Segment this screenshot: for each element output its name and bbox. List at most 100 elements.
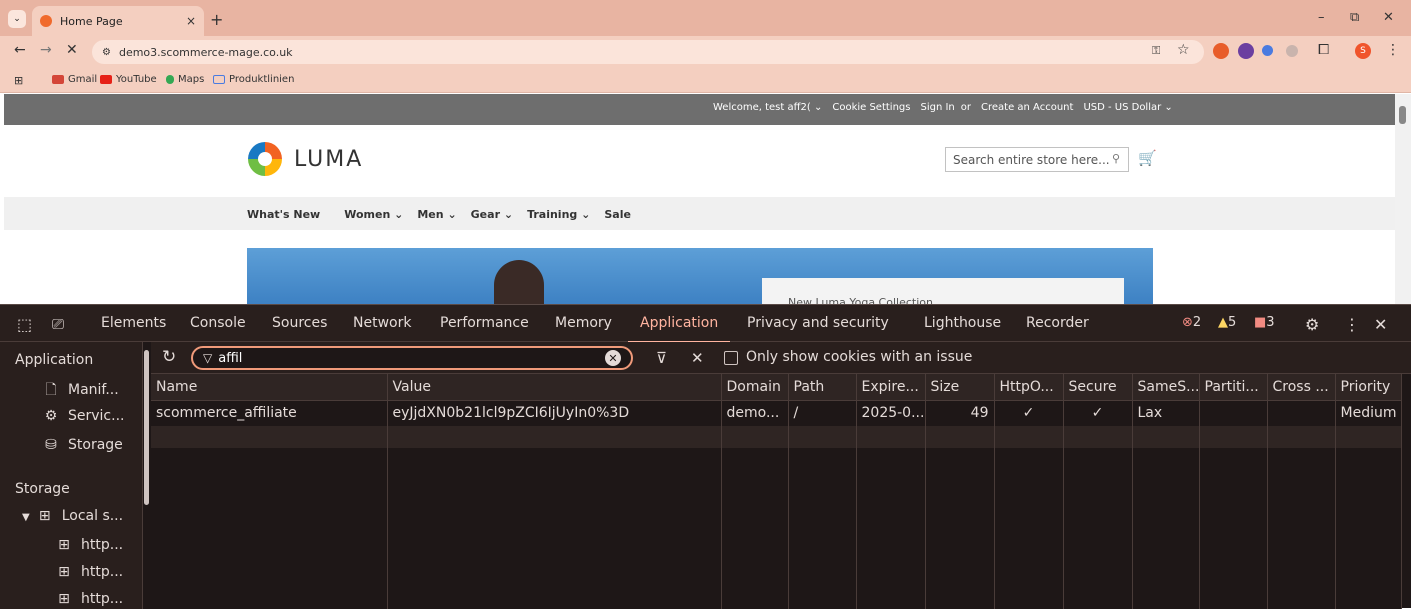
tab-memory[interactable]: Memory <box>555 315 612 331</box>
bookmark-youtube[interactable]: YouTube <box>100 74 157 85</box>
tab-performance[interactable]: Performance <box>440 315 529 331</box>
empty-cell <box>1335 426 1402 448</box>
tab-home-page[interactable]: Home Page × <box>32 6 204 36</box>
column-header-value[interactable]: Value <box>387 374 722 401</box>
apps-grid-icon[interactable]: ⊞ <box>14 74 23 87</box>
tab-recorder[interactable]: Recorder <box>1026 315 1089 331</box>
bookmark-produktlinien[interactable]: Produktlinien <box>213 74 294 85</box>
column-header-httponly[interactable]: HttpO... <box>994 374 1064 401</box>
nav-label: Training <box>527 208 578 221</box>
sidebar-scrollbar-thumb[interactable] <box>144 350 149 505</box>
restore-icon[interactable]: ⧉ <box>1350 10 1359 25</box>
bookmark-star-icon[interactable]: ☆ <box>1177 42 1190 58</box>
empty-cell <box>994 448 1064 609</box>
nav-training[interactable]: Training ⌄ <box>527 208 590 221</box>
nav-gear[interactable]: Gear ⌄ <box>471 208 513 221</box>
issues-icon: ■ <box>1254 315 1267 330</box>
settings-gear-icon[interactable]: ⚙ <box>1305 315 1319 334</box>
column-header-domain[interactable]: Domain <box>721 374 789 401</box>
close-window-icon[interactable]: ✕ <box>1383 10 1394 25</box>
nav-men[interactable]: Men ⌄ <box>417 208 456 221</box>
back-icon[interactable]: ← <box>14 42 26 58</box>
minimize-icon[interactable]: – <box>1318 10 1325 25</box>
tab-lighthouse[interactable]: Lighthouse <box>924 315 1001 331</box>
tab-sources[interactable]: Sources <box>272 315 327 331</box>
menu-kebab-icon[interactable]: ⋮ <box>1386 42 1400 58</box>
tab-console[interactable]: Console <box>190 315 246 331</box>
youtube-icon <box>100 75 112 84</box>
filter-text-field[interactable] <box>218 350 579 366</box>
stop-icon[interactable]: ✕ <box>66 42 78 58</box>
device-toolbar-icon[interactable]: ⎚ <box>52 315 64 333</box>
nav-whats-new[interactable]: What's New <box>247 208 320 221</box>
column-header-cross-site[interactable]: Cross ... <box>1267 374 1336 401</box>
only-issue-checkbox[interactable] <box>724 351 738 365</box>
clear-all-cookies-filter-icon[interactable]: ⊽ <box>656 349 667 367</box>
profile-avatar[interactable]: S <box>1355 43 1371 59</box>
refresh-icon[interactable]: ↻ <box>162 347 176 367</box>
extension-icon[interactable] <box>1238 43 1254 59</box>
sidebar-item-manifest[interactable]: 🗋 Manif... <box>42 379 118 403</box>
bookmark-gmail[interactable]: Gmail <box>52 74 97 85</box>
close-tab-icon[interactable]: × <box>186 14 196 28</box>
column-header-samesite[interactable]: SameS... <box>1132 374 1200 401</box>
sidebar-scrollbar[interactable] <box>143 342 151 609</box>
error-count-badge[interactable]: ⊗ 2 <box>1182 315 1201 330</box>
extension-icon[interactable] <box>1286 45 1298 57</box>
store-search-input[interactable]: Search entire store here... ⚲ <box>945 147 1129 172</box>
new-tab-icon[interactable]: + <box>210 10 223 29</box>
warning-count-badge[interactable]: ▲ 5 <box>1218 315 1236 330</box>
sign-in-link[interactable]: Sign In <box>920 102 954 113</box>
tab-application[interactable]: Application <box>627 315 731 343</box>
password-key-icon[interactable]: ⚿ <box>1152 44 1160 58</box>
sidebar-item-local-origin[interactable]: ⊞ http... <box>55 564 123 580</box>
nav-sale[interactable]: Sale <box>604 208 631 221</box>
page-scrollbar[interactable] <box>1395 94 1411 304</box>
luma-logo[interactable]: LUMA <box>248 142 363 176</box>
inspect-element-icon[interactable]: ⬚ <box>17 315 32 334</box>
empty-cell <box>1267 448 1336 609</box>
sidebar-item-service-workers[interactable]: ⚙ Servic... <box>42 408 125 424</box>
welcome-dropdown[interactable]: Welcome, test aff2( ⌄ <box>713 102 822 113</box>
delete-selected-icon[interactable]: ✕ <box>691 349 704 367</box>
currency-switcher[interactable]: USD - US Dollar ⌄ <box>1083 102 1172 113</box>
tab-privacy-security[interactable]: Privacy and security <box>747 315 889 331</box>
sidebar-item-local-storage[interactable]: ▼ ⊞ Local s... <box>22 508 123 524</box>
cookie-settings-link[interactable]: Cookie Settings <box>832 102 910 113</box>
cookie-filter-input[interactable]: ▽ ✕ <box>191 346 633 370</box>
clear-filter-icon[interactable]: ✕ <box>605 350 621 366</box>
column-header-name[interactable]: Name <box>151 374 388 401</box>
page-scrollbar-thumb[interactable] <box>1399 106 1406 124</box>
tab-search-button[interactable]: ⌄ <box>8 10 26 28</box>
extension-icon[interactable] <box>1213 43 1229 59</box>
bookmark-maps[interactable]: Maps <box>166 74 204 85</box>
database-icon: ⛁ <box>45 437 57 453</box>
forward-icon[interactable]: → <box>40 42 52 58</box>
column-header-expires[interactable]: Expire... <box>856 374 926 401</box>
column-header-secure[interactable]: Secure <box>1063 374 1133 401</box>
tab-network[interactable]: Network <box>353 315 411 331</box>
sidebar-item-storage[interactable]: ⛁ Storage <box>42 437 123 453</box>
extensions-puzzle-icon[interactable]: ⧠ <box>1318 42 1329 58</box>
create-account-link[interactable]: Create an Account <box>981 102 1073 113</box>
column-header-path[interactable]: Path <box>788 374 857 401</box>
column-header-priority[interactable]: Priority <box>1335 374 1402 401</box>
column-header-size[interactable]: Size <box>925 374 995 401</box>
devtools-menu-icon[interactable]: ⋮ <box>1344 315 1360 334</box>
table-row[interactable]: scommerce_affiliate eyJjdXN0b21lcl9pZCI6… <box>151 400 1402 426</box>
sidebar-item-local-origin[interactable]: ⊞ http... <box>55 591 123 607</box>
site-info-icon[interactable]: ⚙ <box>102 47 111 58</box>
expand-triangle-icon[interactable]: ▼ <box>22 512 30 523</box>
nav-women[interactable]: Women ⌄ <box>344 208 403 221</box>
tab-elements[interactable]: Elements <box>101 315 166 331</box>
cell-samesite: Lax <box>1132 400 1200 426</box>
address-bar[interactable]: ⚙ demo3.scommerce-mage.co.uk <box>92 40 1204 64</box>
cart-icon[interactable]: 🛒 <box>1138 149 1157 167</box>
hero-banner[interactable]: New Luma Yoga Collection <box>247 248 1153 304</box>
close-devtools-icon[interactable]: ✕ <box>1374 315 1387 334</box>
search-icon[interactable]: ⚲ <box>1112 152 1120 165</box>
column-header-partition-key[interactable]: Partiti... <box>1199 374 1268 401</box>
extension-icon[interactable] <box>1262 45 1273 56</box>
issues-count-badge[interactable]: ■ 3 <box>1254 315 1275 330</box>
sidebar-item-local-origin[interactable]: ⊞ http... <box>55 537 123 553</box>
